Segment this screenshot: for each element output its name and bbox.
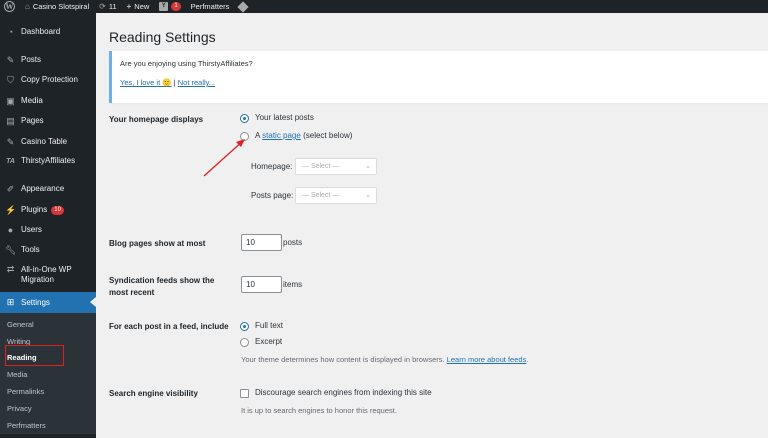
menu-all-in-one-migration[interactable]: ⇄ All-in-One WP Migration bbox=[0, 265, 96, 285]
discourage-search-checkbox[interactable] bbox=[240, 389, 249, 398]
plugin-icon: ⚡ bbox=[5, 204, 17, 215]
home-icon: ⌂ bbox=[25, 1, 30, 11]
new-label: New bbox=[134, 2, 150, 11]
submenu-media[interactable]: Media bbox=[7, 370, 27, 379]
pin-icon: ✎ bbox=[6, 136, 15, 147]
thirstyaffiliates-notice: Are you enjoying using ThirstyAffiliates… bbox=[109, 51, 768, 103]
settings-submenu: General Writing Reading Media Permalinks… bbox=[0, 313, 96, 434]
pin-icon: ✎ bbox=[6, 54, 15, 65]
blog-pages-unit: posts bbox=[283, 238, 303, 247]
site-name-menu[interactable]: ⌂ Casino Slotspiral bbox=[20, 0, 94, 13]
yoast-badge: 1 bbox=[171, 2, 181, 11]
wordpress-logo-icon: W bbox=[4, 1, 15, 12]
menu-plugins[interactable]: ⚡ Plugins 10 bbox=[0, 205, 96, 215]
static-page-option: A static page (select below) bbox=[255, 131, 353, 140]
updates-icon: ⟳ bbox=[99, 1, 106, 11]
blog-pages-label: Blog pages show at most bbox=[109, 239, 206, 248]
media-icon: ▣ bbox=[6, 95, 15, 106]
page-title: Reading Settings bbox=[109, 29, 216, 45]
menu-copy-protection[interactable]: ⛉ Copy Protection bbox=[0, 75, 96, 85]
menu-users[interactable]: ● Users bbox=[0, 225, 96, 235]
reading-highlight-annotation bbox=[5, 345, 64, 366]
migration-icon: ⇄ bbox=[6, 264, 15, 274]
menu-casino-table[interactable]: ✎ Casino Table bbox=[0, 137, 96, 147]
learn-more-feeds-link[interactable]: Learn more about feeds bbox=[447, 355, 527, 364]
menu-media[interactable]: ▣ Media bbox=[0, 96, 96, 106]
chevron-down-icon: ⌄ bbox=[365, 163, 371, 170]
notice-yes-link[interactable]: Yes, I love it 🙂 bbox=[120, 78, 172, 87]
syndication-unit: items bbox=[283, 280, 303, 289]
blog-pages-input[interactable]: 10 bbox=[241, 234, 282, 251]
diamond-icon bbox=[237, 0, 250, 13]
user-icon: ● bbox=[7, 224, 14, 235]
menu-appearance[interactable]: ✐ Appearance bbox=[0, 184, 96, 194]
ta-icon: TA bbox=[6, 157, 15, 165]
menu-pages[interactable]: ▤ Pages bbox=[0, 116, 96, 126]
main-content: Reading Settings Are you enjoying using … bbox=[96, 13, 768, 438]
latest-posts-label: Your latest posts bbox=[255, 113, 314, 122]
menu-posts[interactable]: ✎ Posts bbox=[0, 55, 96, 65]
perfmatters-label: Perfmatters bbox=[190, 2, 230, 11]
syndication-input[interactable]: 10 bbox=[241, 276, 282, 293]
updates-menu[interactable]: ⟳ 11 bbox=[94, 0, 122, 13]
latest-posts-radio[interactable] bbox=[240, 114, 249, 123]
notice-no-link[interactable]: Not really... bbox=[178, 78, 215, 87]
site-name: Casino Slotspiral bbox=[32, 2, 90, 11]
posts-page-select[interactable]: — Select — ⌄ bbox=[295, 187, 377, 204]
notice-links: Yes, I love it 🙂 | Not really... bbox=[120, 78, 215, 87]
search-visibility-description: It is up to search engines to honor this… bbox=[241, 406, 397, 415]
homepage-displays-label: Your homepage displays bbox=[109, 115, 204, 124]
posts-page-select-label: Posts page: bbox=[251, 191, 294, 200]
wrench-icon: 🔧︎ bbox=[5, 244, 17, 255]
brush-icon: ✐ bbox=[6, 183, 15, 194]
new-content-menu[interactable]: + New bbox=[122, 0, 155, 13]
discourage-search-label: Discourage search engines from indexing … bbox=[255, 388, 432, 397]
menu-tools[interactable]: 🔧︎ Tools bbox=[0, 245, 96, 255]
feed-description: Your theme determines how content is dis… bbox=[241, 355, 529, 364]
full-text-label: Full text bbox=[255, 321, 284, 330]
pages-icon: ▤ bbox=[6, 115, 15, 126]
wp-logo-menu[interactable]: W bbox=[0, 0, 20, 13]
diamond-menu[interactable] bbox=[234, 0, 252, 13]
homepage-select-label: Homepage: bbox=[251, 162, 293, 171]
plus-icon: + bbox=[126, 1, 132, 11]
feed-include-label: For each post in a feed, include bbox=[109, 322, 229, 331]
syndication-label-line2: most recent bbox=[109, 288, 155, 297]
plugins-badge: 10 bbox=[51, 205, 64, 215]
dashboard-icon: ◔ bbox=[7, 26, 14, 37]
updates-count: 11 bbox=[108, 2, 117, 11]
menu-dashboard[interactable]: ◔ Dashboard bbox=[0, 27, 96, 37]
menu-thirstyaffiliates[interactable]: TA ThirstyAffiliates bbox=[0, 156, 96, 166]
perfmatters-menu[interactable]: Perfmatters bbox=[186, 0, 235, 13]
yoast-icon: Y bbox=[159, 2, 169, 11]
settings-icon: ⊞ bbox=[6, 297, 15, 307]
full-text-radio[interactable] bbox=[240, 322, 249, 331]
chevron-down-icon: ⌄ bbox=[365, 192, 371, 199]
shield-icon: ⛉ bbox=[7, 74, 14, 85]
static-page-link[interactable]: static page bbox=[262, 131, 301, 140]
notice-text: Are you enjoying using ThirstyAffiliates… bbox=[120, 59, 253, 68]
submenu-general[interactable]: General bbox=[7, 320, 34, 329]
notice-separator: | bbox=[173, 78, 176, 87]
menu-settings[interactable]: ⊞ Settings bbox=[0, 292, 96, 313]
submenu-privacy[interactable]: Privacy bbox=[7, 404, 32, 413]
static-page-radio[interactable] bbox=[240, 132, 249, 141]
homepage-select[interactable]: — Select — ⌄ bbox=[295, 158, 377, 175]
admin-bar: W ⌂ Casino Slotspiral ⟳ 11 + New Y 1 Per… bbox=[0, 0, 768, 13]
search-visibility-label: Search engine visibility bbox=[109, 389, 198, 398]
submenu-permalinks[interactable]: Permalinks bbox=[7, 387, 44, 396]
excerpt-label: Excerpt bbox=[255, 337, 283, 346]
admin-sidebar: ◔ Dashboard ✎ Posts ⛉ Copy Protection ▣ … bbox=[0, 13, 96, 438]
submenu-perfmatters[interactable]: Perfmatters bbox=[7, 421, 46, 430]
excerpt-radio[interactable] bbox=[240, 338, 249, 347]
yoast-menu[interactable]: Y 1 bbox=[154, 0, 185, 13]
syndication-label-line1: Syndication feeds show the bbox=[109, 276, 215, 285]
